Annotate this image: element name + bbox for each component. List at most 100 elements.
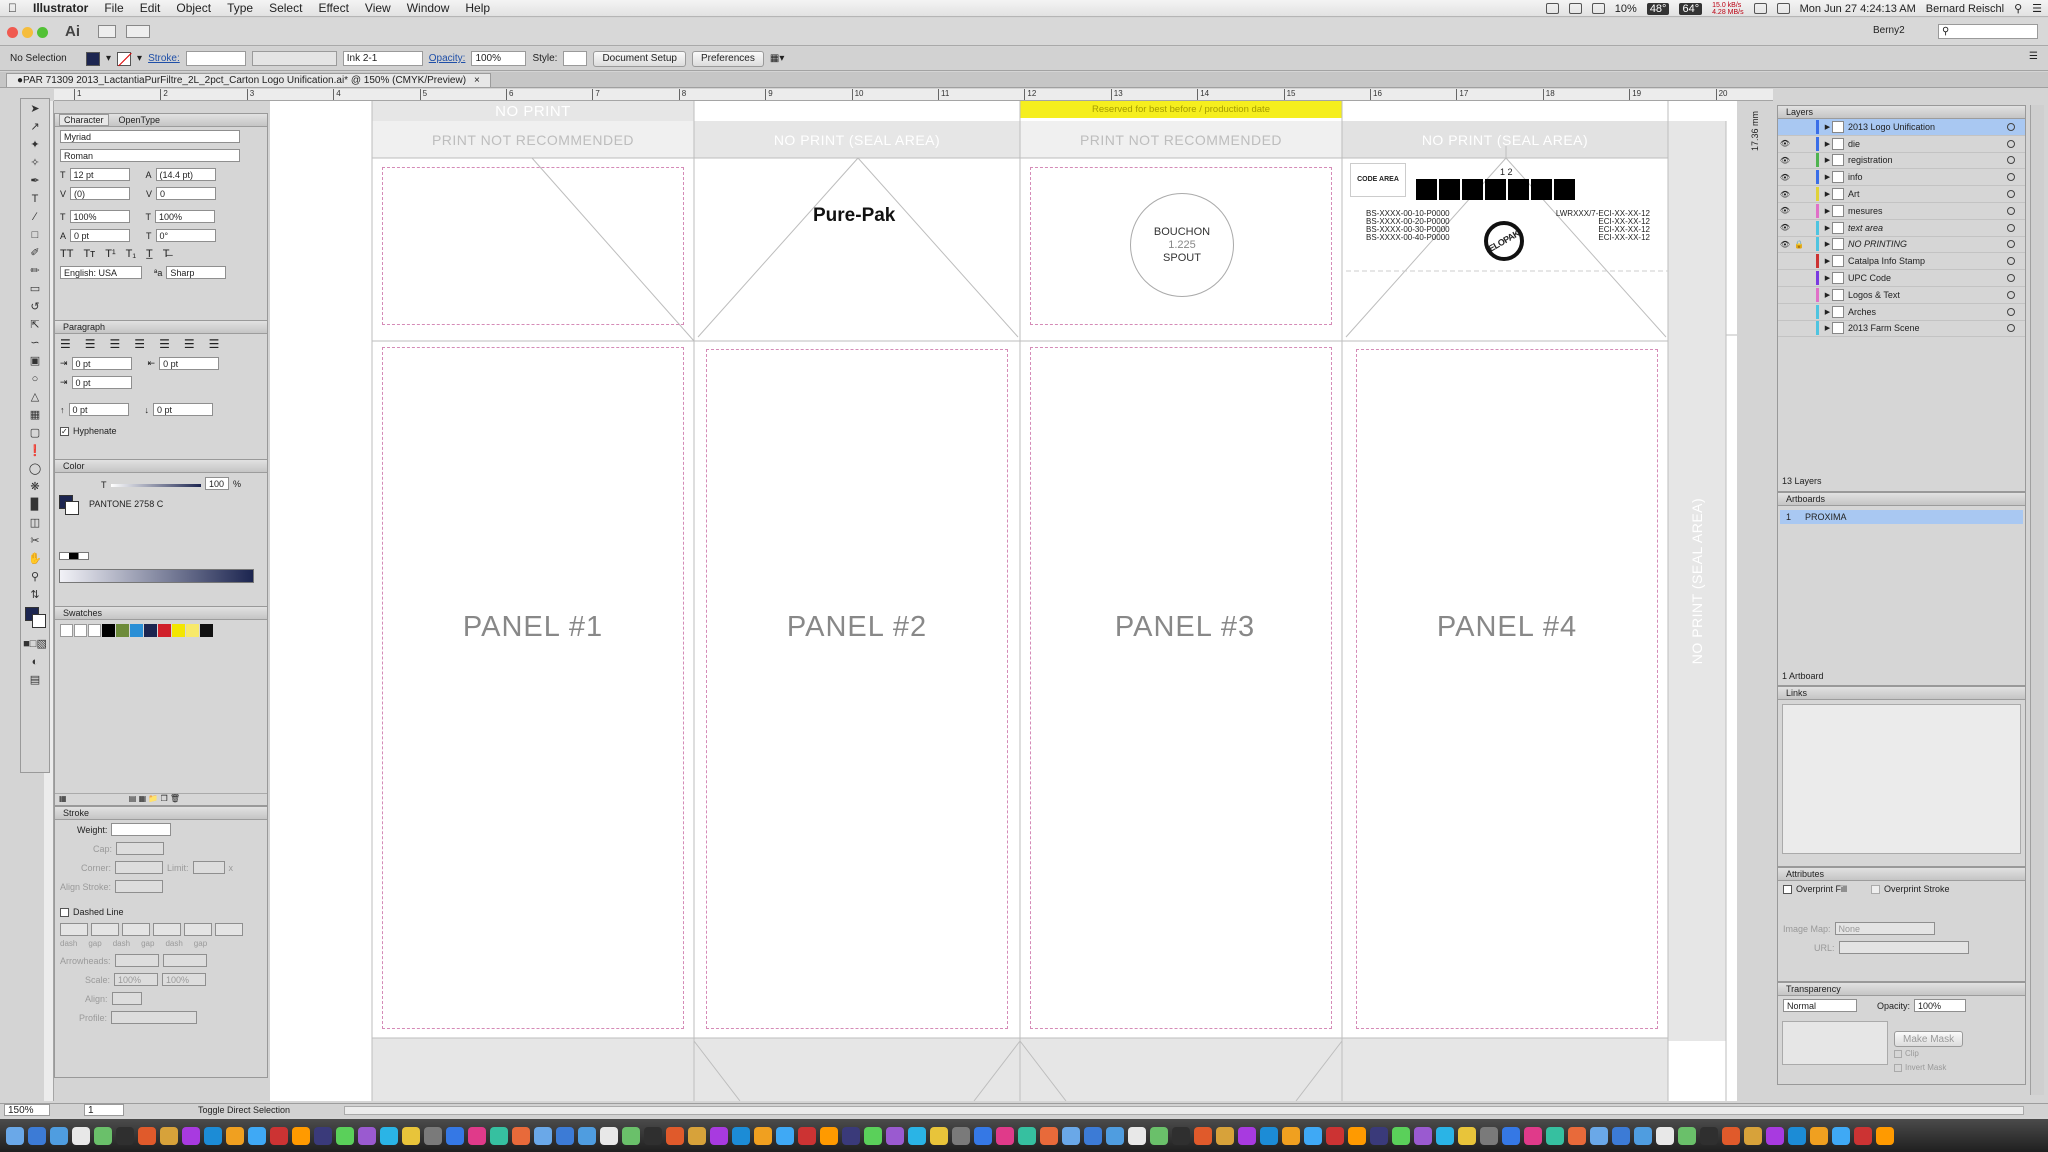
layer-row[interactable]: ▶ 2013 Farm Scene	[1778, 321, 2025, 338]
expand-layer-icon[interactable]: ▶	[1823, 224, 1832, 232]
target-circle-icon[interactable]	[2007, 290, 2015, 299]
swatch-white[interactable]	[88, 624, 101, 637]
swatch-blue[interactable]	[130, 624, 143, 637]
gpu-temp-badge[interactable]: 64°	[1679, 2, 1703, 15]
target-circle-icon[interactable]	[2007, 156, 2015, 165]
variable-width-profile[interactable]	[251, 51, 337, 66]
space-before-field[interactable]: 0 pt	[68, 403, 129, 416]
end-scale-field[interactable]: 100%	[162, 973, 207, 986]
gap-3-field[interactable]	[215, 923, 243, 936]
align-right-button[interactable]: ☰	[110, 337, 121, 351]
elopak-logo[interactable]: ELOPAK	[1484, 221, 1524, 261]
dock-app-icon[interactable]	[1172, 1126, 1190, 1145]
target-circle-icon[interactable]	[2007, 223, 2015, 232]
visibility-eye-icon[interactable]: 👁	[1778, 173, 1792, 182]
menu-select[interactable]: Select	[261, 1, 310, 15]
artboard-proxima[interactable]: NO PRINT PRINT NOT RECOMMENDED NO PRINT …	[270, 101, 1760, 1101]
symbol-sprayer-tool-icon[interactable]: ❋	[24, 478, 46, 495]
fill-swatch[interactable]	[86, 51, 100, 66]
slice-tool-icon[interactable]: ✂	[24, 532, 46, 549]
expand-layer-icon[interactable]: ▶	[1823, 140, 1832, 148]
layer-row[interactable]: ▶ Logos & Text	[1778, 287, 2025, 304]
target-circle-icon[interactable]	[2007, 139, 2015, 148]
expand-layer-icon[interactable]: ▶	[1823, 156, 1832, 164]
anti-alias-select[interactable]: Sharp	[166, 266, 227, 279]
superscript-button[interactable]: T¹	[105, 248, 115, 260]
stroke-indicator[interactable]	[32, 614, 46, 628]
artboard-navigation-field[interactable]: 1	[84, 1104, 124, 1116]
justify-left-button[interactable]: ☰	[134, 337, 145, 351]
menu-file[interactable]: File	[96, 1, 131, 15]
dash-3-field[interactable]	[184, 923, 212, 936]
expand-layer-icon[interactable]: ▶	[1823, 123, 1832, 131]
dock-app-icon[interactable]	[116, 1126, 134, 1145]
layer-row[interactable]: 👁 ▶ Art	[1778, 186, 2025, 203]
dock-app-icon[interactable]	[1414, 1126, 1432, 1145]
dock-app-icon[interactable]	[1722, 1126, 1740, 1145]
dock-app-icon[interactable]	[1348, 1126, 1366, 1145]
tray-app-icon[interactable]	[1568, 3, 1582, 14]
battery-percent[interactable]: 10%	[1615, 3, 1637, 15]
hand-tool-icon[interactable]: ✋	[24, 550, 46, 567]
dock-app-icon[interactable]	[94, 1126, 112, 1145]
selection-tool-icon[interactable]: ➤	[24, 100, 46, 117]
dock-app-icon[interactable]	[1678, 1126, 1696, 1145]
dock-app-icon[interactable]	[1568, 1126, 1586, 1145]
font-style-field[interactable]: Roman	[60, 149, 240, 162]
dock-app-icon[interactable]	[842, 1126, 860, 1145]
horizontal-scale-field[interactable]: 100%	[155, 210, 215, 223]
profile-select[interactable]	[111, 1011, 198, 1024]
dock-app-icon[interactable]	[1282, 1126, 1300, 1145]
expand-layer-icon[interactable]: ▶	[1823, 257, 1832, 265]
dock-app-icon[interactable]	[1040, 1126, 1058, 1145]
layer-row[interactable]: ▶ UPC Code	[1778, 270, 2025, 287]
align-center-button[interactable]: ☰	[85, 337, 96, 351]
overprint-fill-checkbox[interactable]	[1783, 884, 1792, 894]
menu-edit[interactable]: Edit	[132, 1, 169, 15]
dock-app-icon[interactable]	[1370, 1126, 1388, 1145]
magic-wand-tool-icon[interactable]: ✦	[24, 136, 46, 153]
layer-name[interactable]: UPC Code	[1848, 273, 1891, 283]
color-stroke-swatch[interactable]	[65, 501, 79, 515]
collapsed-panels-strip[interactable]	[2030, 105, 2044, 1095]
menu-object[interactable]: Object	[168, 1, 219, 15]
rectangle-tool-icon[interactable]: □	[24, 226, 46, 243]
layer-name[interactable]: registration	[1848, 155, 1893, 165]
justify-all-button[interactable]: ☰	[209, 337, 220, 351]
links-list[interactable]	[1782, 704, 2021, 854]
layer-row[interactable]: 👁 🔒 ▶ NO PRINTING	[1778, 237, 2025, 254]
dock-app-icon[interactable]	[820, 1126, 838, 1145]
zoom-level-field[interactable]: 150%	[4, 1104, 50, 1116]
dock-app-icon[interactable]	[1590, 1126, 1608, 1145]
direct-selection-tool-icon[interactable]: ↗	[24, 118, 46, 135]
screen-mode-icon[interactable]: ▤	[24, 671, 46, 688]
end-arrowhead-select[interactable]	[162, 954, 207, 967]
visibility-eye-icon[interactable]: 👁	[1778, 190, 1792, 199]
dock-app-icon[interactable]	[160, 1126, 178, 1145]
dock-app-icon[interactable]	[1436, 1126, 1454, 1145]
dock-app-icon[interactable]	[1194, 1126, 1212, 1145]
dock-app-icon[interactable]	[1150, 1126, 1168, 1145]
swatch-navy[interactable]	[144, 624, 157, 637]
layer-row[interactable]: 👁 ▶ die	[1778, 136, 2025, 153]
arrange-icon[interactable]: ▦▾	[770, 53, 784, 64]
dock-app-icon[interactable]	[358, 1126, 376, 1145]
artboard-tool-icon[interactable]: ◫	[24, 514, 46, 531]
control-menu-icon[interactable]: ☰	[2029, 51, 2038, 62]
layer-name[interactable]: Arches	[1848, 307, 1876, 317]
swatch-yellow[interactable]	[172, 624, 185, 637]
dock-app-icon[interactable]	[248, 1126, 266, 1145]
dock-app-icon[interactable]	[204, 1126, 222, 1145]
wifi-tray-icon[interactable]	[1591, 3, 1605, 14]
layer-name[interactable]: 2013 Logo Unification	[1848, 122, 1935, 132]
dock-app-icon[interactable]	[138, 1126, 156, 1145]
layer-name[interactable]: Logos & Text	[1848, 290, 1900, 300]
dock-app-icon[interactable]	[270, 1126, 288, 1145]
horizontal-scrollbar[interactable]	[344, 1106, 2024, 1115]
justify-right-button[interactable]: ☰	[184, 337, 195, 351]
layer-row[interactable]: ▶ Arches	[1778, 304, 2025, 321]
target-circle-icon[interactable]	[2007, 257, 2015, 266]
start-scale-field[interactable]: 100%	[114, 973, 159, 986]
first-line-indent-field[interactable]: 0 pt	[71, 376, 132, 389]
lock-icon[interactable]: 🔒	[1792, 240, 1806, 249]
